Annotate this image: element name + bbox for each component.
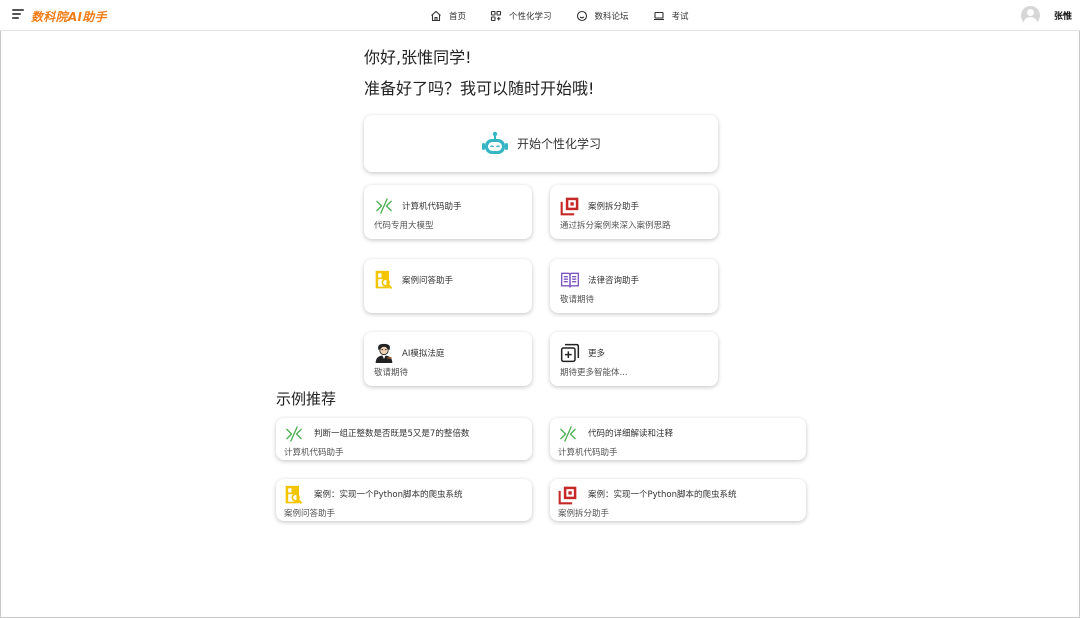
- tool-card-case-split[interactable]: 案例拆分助手 通过拆分案例来深入案例思路: [550, 185, 718, 239]
- example-title: 案例：实现一个Python脚本的爬虫系统: [314, 490, 463, 500]
- tool-card-moot-court[interactable]: AI模拟法庭 敬请期待: [364, 332, 532, 386]
- tool-title: AI模拟法庭: [402, 349, 445, 359]
- nav-item-exam[interactable]: 考试: [653, 10, 689, 22]
- user-menu[interactable]: 张惟: [1020, 6, 1072, 25]
- nav-label: 考试: [671, 12, 689, 22]
- example-title: 判断一组正整数是否既是5又是7的整倍数: [314, 429, 470, 439]
- top-nav: 首页 个性化学习 数科论坛 考试: [430, 8, 689, 24]
- avatar[interactable]: [1020, 6, 1040, 25]
- tool-title: 法律咨询助手: [588, 276, 640, 286]
- smile-icon: [576, 10, 587, 22]
- example-title: 代码的详细解读和注释: [588, 429, 674, 439]
- example-subtitle: 案例问答助手: [284, 509, 336, 519]
- user-name[interactable]: 张惟: [1054, 9, 1072, 22]
- example-subtitle: 计算机代码助手: [284, 448, 344, 458]
- example-card-2[interactable]: 代码的详细解读和注释 计算机代码助手: [550, 418, 806, 460]
- document-search-icon: [285, 485, 303, 505]
- tool-subtitle: 敬请期待: [374, 368, 409, 378]
- code-arrows-icon: [560, 426, 576, 442]
- example-title: 案例：实现一个Python脚本的爬虫系统: [588, 490, 737, 500]
- example-subtitle: 案例拆分助手: [558, 509, 610, 519]
- start-learning-label: 开始个性化学习: [516, 137, 601, 151]
- nav-label: 首页: [449, 12, 467, 22]
- tool-card-code[interactable]: 计算机代码助手 代码专用大模型: [364, 185, 532, 239]
- top-bar: 数科院AI助手 首页 个性化学习 数科论坛 考试 张惟: [0, 0, 1080, 31]
- copy-cases-icon: [558, 486, 577, 505]
- menu-icon[interactable]: [12, 9, 24, 21]
- copy-cases-icon: [560, 197, 579, 216]
- nav-label: 个性化学习: [509, 12, 552, 22]
- example-card-4[interactable]: 案例：实现一个Python脚本的爬虫系统 案例拆分助手: [550, 479, 806, 521]
- add-square-icon: [560, 343, 580, 363]
- judge-avatar-icon: [375, 343, 393, 363]
- apps-icon: [490, 10, 502, 22]
- tool-card-law[interactable]: 法律咨询助手 敬请期待: [550, 259, 718, 313]
- example-card-1[interactable]: 判断一组正整数是否既是5又是7的整倍数 计算机代码助手: [276, 418, 532, 460]
- example-subtitle: 计算机代码助手: [558, 448, 618, 458]
- greeting-line-1: 你好,张惟同学!: [364, 48, 472, 67]
- robot-icon: [481, 131, 508, 154]
- example-card-3[interactable]: 案例：实现一个Python脚本的爬虫系统 案例问答助手: [276, 479, 532, 521]
- code-arrows-icon: [286, 426, 302, 442]
- tool-subtitle: 通过拆分案例来深入案例思路: [560, 221, 671, 231]
- tool-subtitle: 敬请期待: [560, 295, 595, 305]
- start-learning-button[interactable]: 开始个性化学习: [364, 115, 718, 172]
- nav-item-forum[interactable]: 数科论坛: [576, 10, 629, 22]
- tool-card-case-qa[interactable]: 案例问答助手: [364, 259, 532, 313]
- nav-label: 数科论坛: [594, 12, 629, 22]
- tool-title: 计算机代码助手: [402, 202, 462, 212]
- tool-card-more[interactable]: 更多 期待更多智能体...: [550, 332, 718, 386]
- tool-subtitle: 期待更多智能体...: [560, 368, 628, 378]
- open-book-icon: [561, 272, 579, 288]
- nav-item-home[interactable]: 首页: [430, 10, 466, 22]
- laptop-icon: [653, 11, 664, 21]
- document-search-icon: [375, 270, 393, 290]
- greeting-line-2: 准备好了吗？我可以随时开始哦!: [364, 79, 595, 98]
- nav-item-personalized[interactable]: 个性化学习: [490, 10, 552, 22]
- code-arrows-icon: [376, 198, 392, 214]
- home-icon: [431, 10, 441, 22]
- brand-logo[interactable]: 数科院AI助手: [31, 8, 107, 25]
- examples-section-title: 示例推荐: [276, 390, 337, 408]
- tool-title: 案例问答助手: [402, 276, 454, 286]
- tool-title: 案例拆分助手: [588, 202, 640, 212]
- tool-title: 更多: [588, 349, 606, 359]
- tool-subtitle: 代码专用大模型: [374, 221, 434, 231]
